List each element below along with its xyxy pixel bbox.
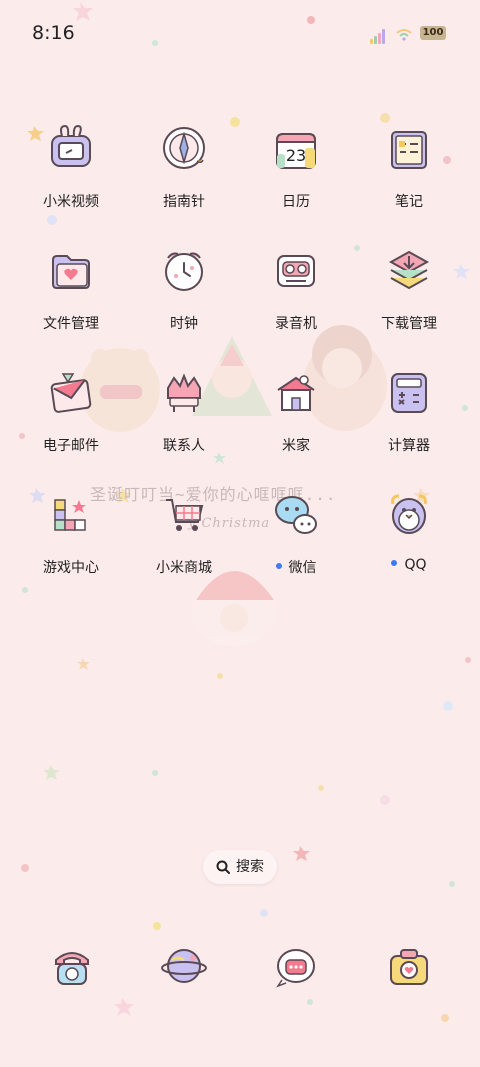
app-label: 计算器 [388,438,430,454]
qq-penguin-icon [391,494,427,534]
search-button[interactable]: 搜索 [203,850,277,884]
app-label: 米家 [282,438,310,454]
battery-indicator: 100 [420,26,446,40]
tv-bunny-icon [51,124,91,167]
app-label: 笔记 [395,194,423,210]
app-recorder[interactable]: 录音机 [240,240,352,344]
app-mi-store[interactable]: 小米商城 [128,484,240,588]
app-calculator[interactable]: 计算器 [353,362,465,466]
app-notes[interactable]: 笔记 [353,118,465,222]
folder-icon [52,255,90,289]
recorder-icon [277,255,315,287]
wifi-icon [396,29,412,41]
contacts-icon [167,373,201,412]
app-compass[interactable]: 指南针 [128,118,240,222]
app-label: 下载管理 [381,316,437,332]
app-label: 指南针 [163,194,205,210]
app-contacts[interactable]: 联系人 [128,362,240,466]
wechat-icon [275,496,317,534]
svg-text:23: 23 [286,146,306,165]
app-file-manager[interactable]: 文件管理 [15,240,127,344]
app-qq[interactable]: QQ [353,484,465,588]
new-indicator-dot [275,563,282,569]
calendar-icon: 23 [276,133,316,169]
app-clock[interactable]: 时钟 [128,240,240,344]
app-label: 文件管理 [43,316,99,332]
compass-icon [163,127,205,169]
mail-icon [50,373,92,413]
shopping-cart-icon [166,499,204,531]
app-label: 电子邮件 [43,438,99,454]
app-label: 日历 [282,194,310,210]
app-calendar[interactable]: 23 日历 [240,118,352,222]
clock-icon [165,252,203,291]
download-icon [388,250,430,290]
app-label: 微信 [240,557,352,577]
dock [0,936,480,1000]
planet-icon[interactable] [160,942,208,990]
app-label: 时钟 [170,316,198,332]
app-game-center[interactable]: 游戏中心 [15,484,127,588]
notes-icon [391,131,427,169]
app-label: 游戏中心 [43,560,99,576]
calculator-icon [391,373,427,413]
app-download-manager[interactable]: 下载管理 [353,240,465,344]
phone-icon[interactable] [48,942,96,990]
new-indicator-dot [391,560,398,566]
search-label: 搜索 [236,859,264,875]
app-email[interactable]: 电子邮件 [15,362,127,466]
camera-icon[interactable] [385,942,433,990]
status-time: 8:16 [32,22,75,44]
app-mi-home[interactable]: 米家 [240,362,352,466]
signal-icon [370,28,388,44]
app-wechat[interactable]: 微信 [240,484,352,588]
message-bubble-icon[interactable] [272,942,320,990]
app-label: QQ [353,557,465,573]
app-label: 联系人 [163,438,205,454]
home-icon [277,375,315,411]
app-label: 小米视频 [43,194,99,210]
app-mi-video[interactable]: 小米视频 [15,118,127,222]
game-center-icon [54,499,86,531]
app-label: 录音机 [275,316,317,332]
search-icon [216,860,230,874]
app-label: 小米商城 [156,560,212,576]
status-bar: 8:16 100 [0,0,480,68]
